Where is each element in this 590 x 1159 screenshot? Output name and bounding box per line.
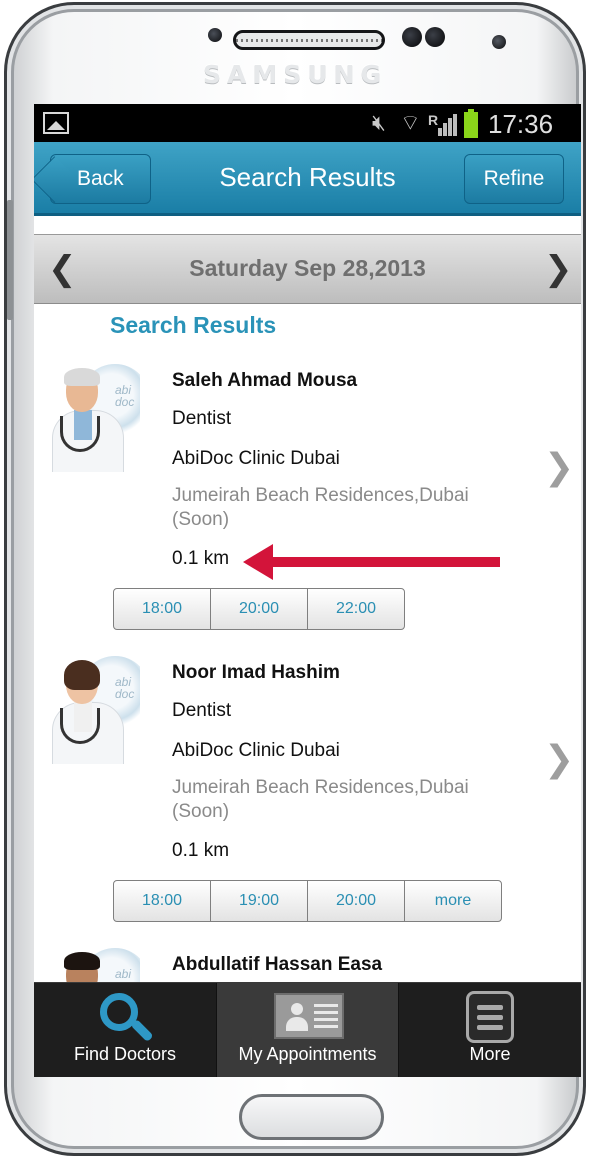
- back-button-label: Back: [77, 167, 124, 190]
- status-bar: 🔇︎ ⌔ R 17:36: [34, 104, 581, 142]
- clinic-name: AbiDoc Clinic Dubai: [172, 448, 340, 469]
- time-slot-button[interactable]: 22:00: [307, 588, 405, 630]
- abidoc-logo: abi doc: [115, 675, 135, 701]
- device-brand: SAMSUNG: [203, 60, 387, 89]
- time-slot-group: 18:00 19:00 20:00 more: [113, 880, 502, 922]
- time-slot-button[interactable]: 19:00: [210, 880, 308, 922]
- next-date-icon[interactable]: ❯: [544, 249, 573, 289]
- distance-label: 0.1 km: [172, 840, 230, 861]
- time-slot-button[interactable]: 20:00: [307, 880, 405, 922]
- mute-icon: 🔇︎: [372, 110, 386, 135]
- chevron-right-icon[interactable]: ❯: [544, 738, 574, 780]
- abidoc-logo: abi doc: [115, 383, 135, 409]
- front-camera: [492, 35, 506, 49]
- tab-label: Find Doctors: [73, 1044, 177, 1064]
- selected-date: Saturday Sep 28,2013: [189, 255, 426, 281]
- wifi-icon: ⌔: [400, 110, 421, 135]
- app-screen: 🔇︎ ⌔ R 17:36 Back Search Results Refine …: [34, 104, 581, 1077]
- search-icon: [100, 993, 154, 1043]
- annotation-arrow: [243, 544, 500, 580]
- menu-icon: [466, 991, 514, 1043]
- tab-label: More: [469, 1044, 511, 1064]
- clinic-address: Jumeirah Beach Residences,Dubai (Soon): [172, 485, 469, 530]
- signal-icon: [438, 114, 458, 136]
- tab-find-doctors[interactable]: Find Doctors: [34, 983, 216, 1077]
- tab-my-appointments[interactable]: My Appointments: [216, 983, 399, 1077]
- previous-date-icon[interactable]: ❮: [48, 249, 77, 289]
- back-button[interactable]: Back: [50, 154, 151, 204]
- roaming-indicator: R: [428, 112, 439, 128]
- doctor-specialty: Dentist: [172, 408, 232, 429]
- light-sensor: [402, 27, 422, 47]
- chevron-right-icon[interactable]: ❯: [544, 446, 574, 488]
- clinic-name: AbiDoc Clinic Dubai: [172, 740, 340, 761]
- light-sensor-2: [425, 27, 445, 47]
- tab-label: My Appointments: [238, 1044, 377, 1064]
- image-notification-icon: [43, 112, 69, 134]
- battery-icon: [464, 109, 478, 138]
- home-button[interactable]: [239, 1094, 384, 1140]
- date-selector: ❮ Saturday Sep 28,2013 ❯: [34, 234, 581, 304]
- abidoc-logo: abi: [115, 967, 132, 981]
- doctor-name: Saleh Ahmad Mousa: [172, 370, 358, 391]
- doctor-name: Noor Imad Hashim: [172, 662, 340, 683]
- doctor-avatar: abi doc: [52, 654, 140, 764]
- more-slots-button[interactable]: more: [404, 880, 502, 922]
- earpiece-speaker: [233, 30, 385, 50]
- page-title: Search Results: [219, 162, 396, 192]
- time-slot-button[interactable]: 18:00: [113, 588, 211, 630]
- bottom-tab-bar: Find Doctors My Appointments More: [34, 982, 581, 1077]
- doctor-avatar: abi doc: [52, 362, 140, 472]
- time-slot-button[interactable]: 18:00: [113, 880, 211, 922]
- doctor-name: Abdullatif Hassan Easa: [172, 954, 383, 975]
- section-title: Search Results: [110, 312, 277, 338]
- time-slot-group: 18:00 20:00 22:00: [113, 588, 405, 630]
- distance-label: 0.1 km: [172, 548, 230, 569]
- time-slot-button[interactable]: 20:00: [210, 588, 308, 630]
- tab-more[interactable]: More: [399, 983, 581, 1077]
- status-time: 17:36: [488, 109, 554, 139]
- refine-button[interactable]: Refine: [464, 154, 564, 204]
- side-key: [7, 200, 13, 320]
- contact-card-icon: [274, 993, 344, 1039]
- clinic-address: Jumeirah Beach Residences,Dubai (Soon): [172, 777, 469, 822]
- navigation-bar: Back Search Results Refine: [34, 142, 581, 216]
- doctor-specialty: Dentist: [172, 700, 232, 721]
- proximity-sensor: [208, 28, 222, 42]
